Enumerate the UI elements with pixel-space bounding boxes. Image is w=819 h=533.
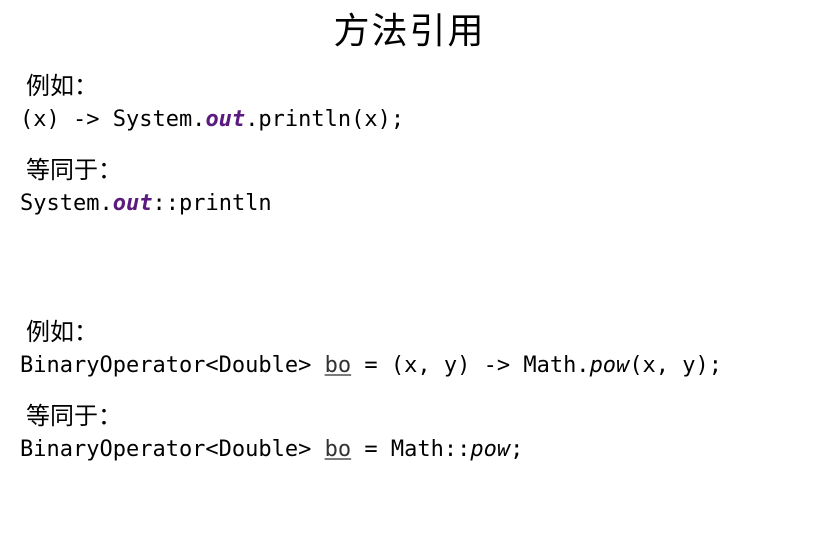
code-method-pow: pow [470, 437, 510, 462]
example-label-1: 例如： [26, 66, 799, 101]
code-text: System. [20, 191, 113, 216]
code-example-2: BinaryOperator<Double> bo = (x, y) -> Ma… [20, 349, 799, 382]
code-text: = (x, y) -> Math. [351, 353, 589, 378]
code-text: = Math:: [351, 437, 470, 462]
code-equivalent-2: BinaryOperator<Double> bo = Math::pow; [20, 433, 799, 466]
code-method-pow: pow [590, 353, 630, 378]
page-title: 方法引用 [20, 2, 799, 54]
code-text: BinaryOperator<Double> [20, 437, 325, 462]
code-text: ::println [152, 191, 271, 216]
code-field-out: out [205, 107, 245, 132]
example-label-2: 例如： [26, 312, 799, 347]
code-text: (x) -> System. [20, 107, 205, 132]
document-container: 方法引用 例如： (x) -> System.out.println(x); 等… [0, 2, 819, 500]
code-text: (x, y); [629, 353, 722, 378]
code-example-1: (x) -> System.out.println(x); [20, 103, 799, 136]
code-text: .println(x); [245, 107, 404, 132]
code-equivalent-1: System.out::println [20, 187, 799, 220]
code-text: ; [510, 437, 523, 462]
spacer [20, 234, 799, 304]
equivalent-label-1: 等同于： [26, 150, 799, 185]
equivalent-label-2: 等同于： [26, 396, 799, 431]
code-field-out: out [113, 191, 153, 216]
code-var-bo: bo [325, 353, 352, 378]
code-text: BinaryOperator<Double> [20, 353, 325, 378]
code-var-bo: bo [325, 437, 352, 462]
